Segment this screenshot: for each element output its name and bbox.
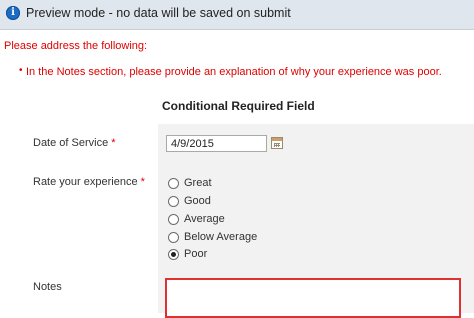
error-summary-item: • In the Notes section, please provide a… bbox=[19, 65, 442, 78]
radio-option-average[interactable]: Average bbox=[168, 212, 225, 226]
date-of-service-label: Date of Service * bbox=[33, 137, 115, 149]
radio-button-selected[interactable] bbox=[168, 248, 179, 260]
notes-label: Notes bbox=[33, 281, 62, 293]
radio-option-great[interactable]: Great bbox=[168, 176, 212, 190]
radio-button[interactable] bbox=[168, 177, 179, 189]
preview-banner: i Preview mode - no data will be saved o… bbox=[0, 0, 474, 30]
rate-experience-label: Rate your experience * bbox=[33, 176, 145, 188]
radio-label: Good bbox=[184, 195, 211, 207]
radio-option-below-average[interactable]: Below Average bbox=[168, 230, 257, 244]
error-summary-heading: Please address the following: bbox=[4, 40, 148, 52]
date-of-service-label-text: Date of Service bbox=[33, 137, 109, 149]
radio-label: Average bbox=[184, 213, 225, 225]
required-marker: * bbox=[111, 137, 116, 149]
required-marker: * bbox=[140, 176, 145, 188]
radio-option-good[interactable]: Good bbox=[168, 194, 211, 208]
radio-label: Below Average bbox=[184, 231, 258, 243]
calendar-icon[interactable] bbox=[271, 137, 283, 149]
radio-button[interactable] bbox=[168, 213, 179, 225]
section-title: Conditional Required Field bbox=[162, 99, 315, 113]
bullet-icon: • bbox=[19, 65, 23, 76]
error-summary-item-text: In the Notes section, please provide an … bbox=[26, 66, 442, 78]
radio-option-poor[interactable]: Poor bbox=[168, 247, 207, 261]
radio-label: Great bbox=[184, 177, 212, 189]
info-icon: i bbox=[6, 6, 20, 20]
rate-experience-label-text: Rate your experience bbox=[33, 176, 138, 188]
notes-textarea[interactable] bbox=[165, 278, 461, 318]
date-of-service-input[interactable] bbox=[166, 135, 267, 152]
radio-label: Poor bbox=[184, 248, 208, 260]
radio-button[interactable] bbox=[168, 195, 179, 207]
preview-banner-text: Preview mode - no data will be saved on … bbox=[26, 6, 291, 20]
radio-button[interactable] bbox=[168, 231, 179, 243]
